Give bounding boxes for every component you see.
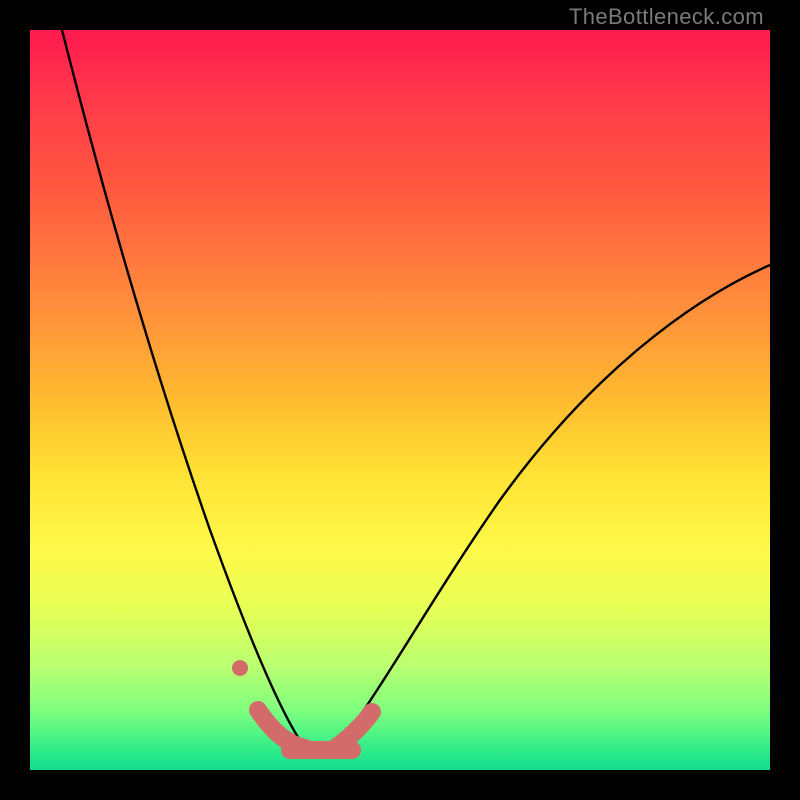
curves-svg <box>30 30 770 770</box>
watermark-text: TheBottleneck.com <box>569 4 764 30</box>
right-curve <box>335 265 770 748</box>
highlight-marker-dot <box>232 660 248 676</box>
highlight-segment-right <box>335 712 372 748</box>
left-curve <box>62 30 305 748</box>
plot-area <box>30 30 770 770</box>
chart-frame: TheBottleneck.com <box>30 0 770 770</box>
